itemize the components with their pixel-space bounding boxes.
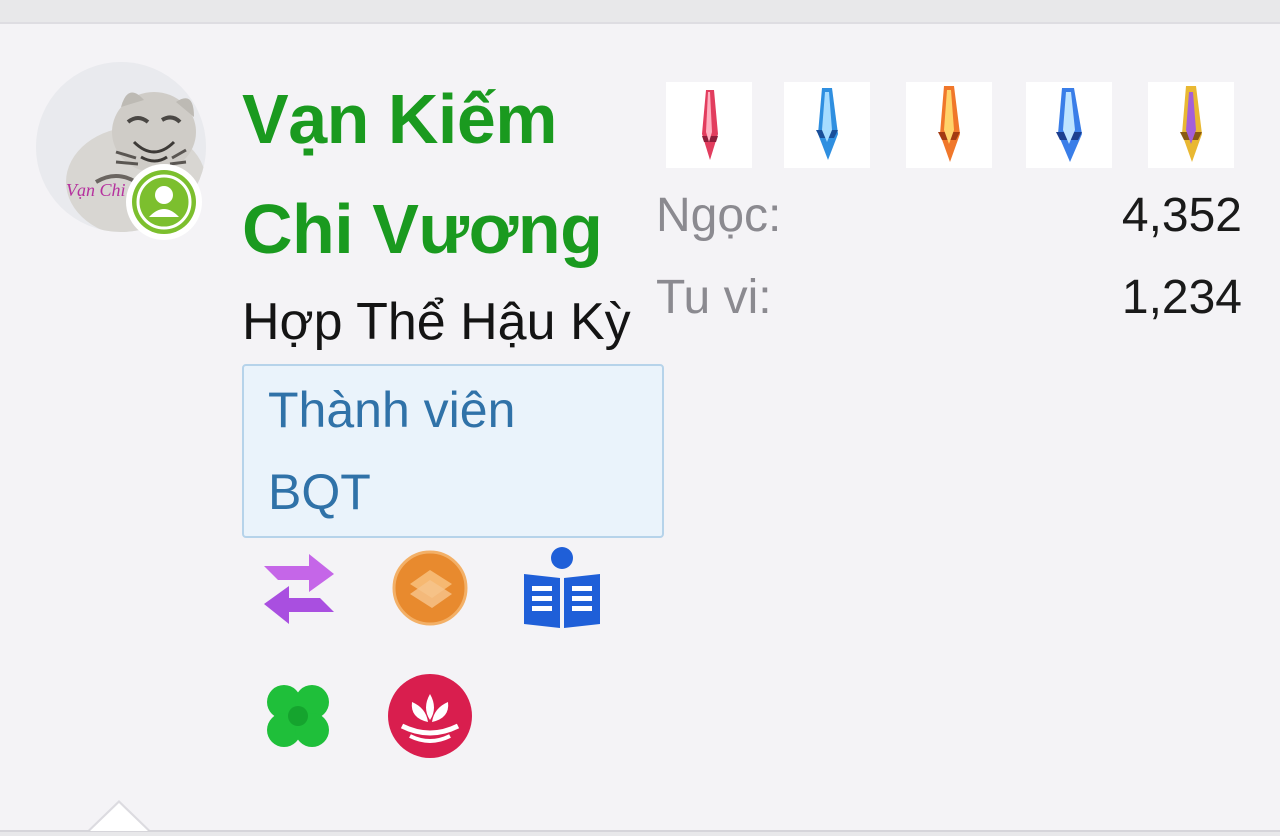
stat-value-tu-vi: 1,234 (1121, 271, 1242, 324)
group-admin-label: BQT (268, 464, 371, 520)
user-icon (136, 174, 192, 230)
username-line-2[interactable]: Chi Vương (242, 174, 662, 284)
group-member-label: Thành viên (268, 382, 516, 438)
username[interactable]: Vạn Kiếm Chi Vương (242, 64, 662, 284)
reader-book-icon[interactable] (516, 544, 606, 634)
avatar-watermark: Vạn Chi (66, 180, 126, 200)
lotus-icon[interactable] (386, 672, 476, 762)
stat-label-tu-vi: Tu vi: (656, 271, 772, 324)
username-line-1[interactable]: Vạn Kiếm (242, 64, 662, 174)
blue-sword-icon[interactable] (784, 82, 870, 168)
orange-coin-icon[interactable] (386, 544, 476, 634)
user-groups-box: Thành viên BQT (242, 364, 664, 538)
online-status-badge (126, 164, 202, 240)
card-pointer-fill (90, 803, 148, 831)
flame-sword-icon[interactable] (906, 82, 992, 168)
ice-sword-icon[interactable] (1026, 82, 1112, 168)
four-leaf-clover-icon[interactable] (254, 672, 344, 762)
stat-label-ngoc: Ngọc: (656, 189, 782, 242)
gold-sword-icon[interactable] (1148, 82, 1234, 168)
red-sword-icon[interactable] (666, 82, 752, 168)
user-rank: Hợp Thể Hậu Kỳ (242, 293, 631, 351)
user-profile-card: Vạn Chi Vạn Kiếm Chi Vương Hợp Thể Hậu K… (0, 22, 1280, 832)
stat-value-ngoc: 4,352 (1121, 189, 1242, 242)
exchange-arrows-icon[interactable] (254, 544, 344, 634)
